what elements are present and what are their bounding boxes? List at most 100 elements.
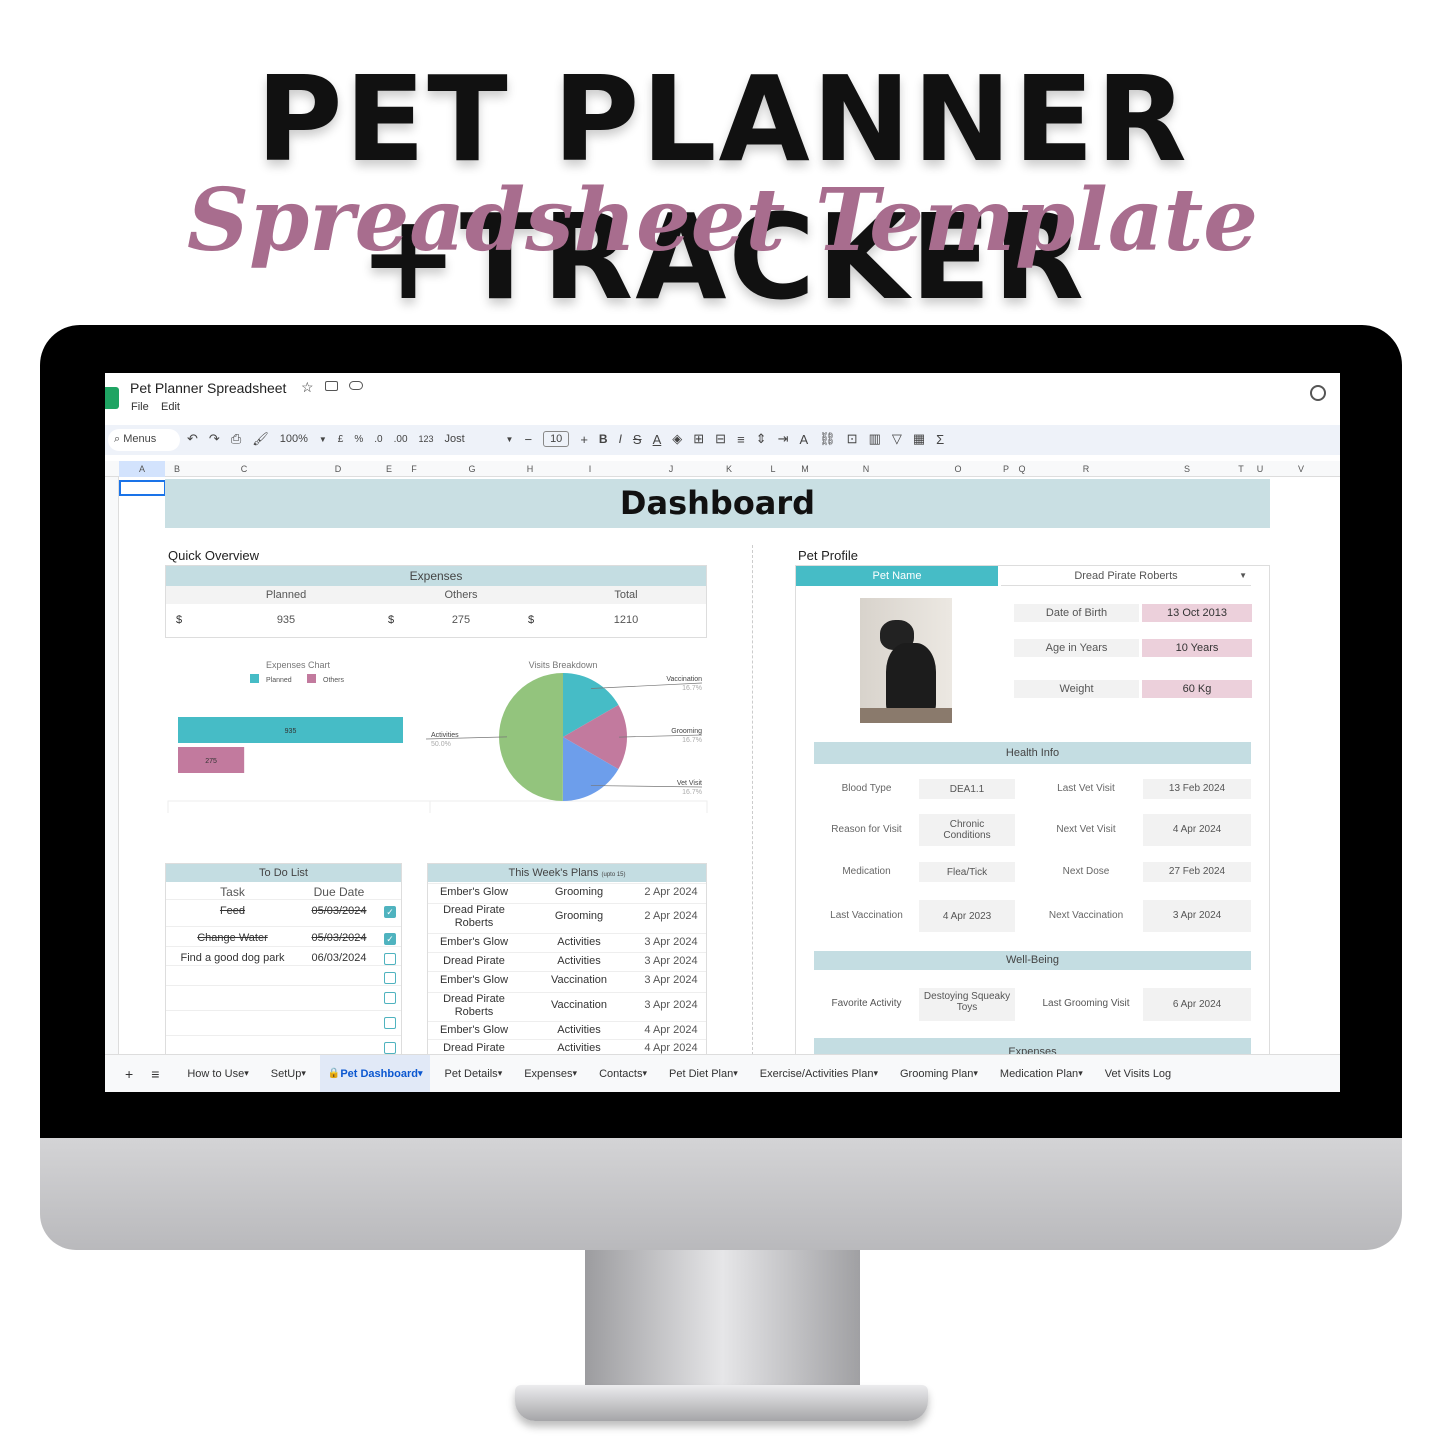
sheet-tab[interactable]: SetUp ▾ (263, 1055, 314, 1092)
sheet-tab[interactable]: Pet Diet Plan ▾ (661, 1055, 746, 1092)
column-header-v[interactable]: V (1298, 464, 1304, 474)
sheet-tab[interactable]: Vet Visits Log (1097, 1055, 1179, 1092)
merge-cells-icon[interactable]: ⊟ (715, 431, 726, 447)
plan-date[interactable]: 3 Apr 2024 (636, 955, 706, 967)
plan-pet[interactable]: Ember's Glow (428, 974, 520, 987)
column-header-k[interactable]: K (726, 464, 732, 474)
fill-color-icon[interactable]: ◈ (672, 431, 682, 447)
chevron-down-icon[interactable]: ▾ (873, 1068, 878, 1079)
plan-date[interactable]: 3 Apr 2024 (636, 974, 706, 986)
health-value[interactable]: Chronic Conditions (919, 814, 1015, 846)
version-history-icon[interactable] (1310, 385, 1326, 401)
wrap-icon[interactable]: ⇥ (778, 431, 789, 447)
todo-checkbox[interactable] (384, 953, 396, 965)
chevron-down-icon[interactable]: ▾ (1078, 1068, 1083, 1079)
cloud-status-icon[interactable] (349, 381, 363, 390)
todo-task[interactable]: Change Water (166, 932, 299, 944)
sheet-tab[interactable]: Expenses ▾ (516, 1055, 585, 1092)
plan-date[interactable]: 2 Apr 2024 (636, 886, 706, 898)
all-sheets-icon[interactable]: ≡ (151, 1066, 159, 1082)
selected-cell-a1[interactable] (119, 480, 166, 496)
column-header-p[interactable]: P (1003, 464, 1009, 474)
plan-activity[interactable]: Activities (520, 955, 638, 967)
plan-pet[interactable]: Dread Pirate (428, 955, 520, 968)
column-header-d[interactable]: D (335, 464, 342, 474)
health-value[interactable]: 3 Apr 2024 (1143, 900, 1251, 932)
plan-pet[interactable]: Ember's Glow (428, 886, 520, 899)
plan-activity[interactable]: Activities (520, 1042, 638, 1054)
plan-activity[interactable]: Vaccination (520, 999, 638, 1011)
more-formats-button[interactable]: 123 (419, 434, 434, 444)
profile-field-value[interactable]: 10 Years (1142, 639, 1252, 657)
health-value[interactable]: 27 Feb 2024 (1143, 862, 1251, 882)
chevron-down-icon[interactable]: ▾ (973, 1068, 978, 1079)
filter-views-icon[interactable]: ▦ (913, 431, 925, 447)
italic-button[interactable]: I (619, 432, 622, 446)
todo-checkbox[interactable] (384, 972, 396, 984)
column-header-q[interactable]: Q (1018, 464, 1025, 474)
text-color-icon[interactable]: A (653, 432, 662, 447)
chevron-down-icon[interactable]: ▾ (301, 1068, 306, 1079)
chevron-down-icon[interactable]: ▾ (733, 1068, 738, 1079)
todo-checkbox[interactable] (384, 1017, 396, 1029)
sheet-tab[interactable]: Pet Details ▾ (436, 1055, 510, 1092)
chevron-down-icon[interactable]: ▾ (498, 1068, 503, 1079)
plan-pet[interactable]: Ember's Glow (428, 936, 520, 949)
column-header-s[interactable]: S (1184, 464, 1190, 474)
plan-activity[interactable]: Grooming (520, 910, 638, 922)
functions-icon[interactable]: Σ (936, 432, 944, 447)
sheet-tab[interactable]: Grooming Plan ▾ (892, 1055, 986, 1092)
todo-task[interactable]: Feed (166, 905, 299, 917)
comment-icon[interactable]: ⊡ (847, 431, 858, 447)
add-sheet-icon[interactable]: + (125, 1066, 133, 1082)
print-icon[interactable]: ⎙ (231, 431, 241, 447)
align-icon[interactable]: ≡ (737, 432, 745, 447)
column-header-l[interactable]: L (770, 464, 775, 474)
doc-title[interactable]: Pet Planner Spreadsheet (130, 380, 286, 396)
charts-area[interactable]: Expenses Chart Planned 935 Others 275 Visits … (165, 651, 710, 813)
plan-pet[interactable]: Ember's Glow (428, 1024, 520, 1037)
zoom-select[interactable]: 100% (280, 433, 308, 445)
increase-decimal-button[interactable]: .00 (394, 434, 408, 445)
undo-icon[interactable]: ↶ (187, 431, 198, 447)
column-header-f[interactable]: F (411, 464, 417, 474)
currency-button[interactable]: £ (338, 434, 344, 445)
todo-checkbox[interactable]: ✓ (384, 933, 396, 945)
borders-icon[interactable]: ⊞ (693, 431, 704, 447)
rotate-icon[interactable]: A (799, 432, 808, 447)
column-header-e[interactable]: E (386, 464, 392, 474)
redo-icon[interactable]: ↷ (209, 431, 220, 447)
column-header-a[interactable]: A (139, 464, 145, 474)
increase-font-icon[interactable]: + (580, 432, 588, 447)
health-value[interactable]: 4 Apr 2023 (919, 900, 1015, 932)
plan-date[interactable]: 2 Apr 2024 (636, 910, 706, 922)
link-icon[interactable]: ⛓ (819, 431, 836, 447)
todo-task[interactable]: Find a good dog park (166, 952, 299, 964)
plan-activity[interactable]: Grooming (520, 886, 638, 898)
column-header-r[interactable]: R (1083, 464, 1090, 474)
chart-icon[interactable]: ▥ (869, 431, 881, 447)
menus-search[interactable]: ⌕ Menus (108, 429, 180, 451)
health-value[interactable]: 4 Apr 2024 (1143, 814, 1251, 846)
health-value[interactable]: DEA1.1 (919, 779, 1015, 799)
plan-date[interactable]: 3 Apr 2024 (636, 999, 706, 1011)
column-header-m[interactable]: M (801, 464, 809, 474)
health-value[interactable]: Flea/Tick (919, 862, 1015, 882)
menu-file[interactable]: File (131, 401, 149, 413)
profile-field-value[interactable]: 13 Oct 2013 (1142, 604, 1252, 622)
strikethrough-icon[interactable]: S (633, 432, 642, 447)
column-header-n[interactable]: N (863, 464, 870, 474)
todo-checkbox[interactable] (384, 1042, 396, 1054)
todo-due-date[interactable]: 05/03/2024 (299, 932, 379, 944)
column-header-j[interactable]: J (669, 464, 674, 474)
star-icon[interactable]: ☆ (301, 379, 314, 396)
percent-button[interactable]: % (354, 434, 363, 445)
pet-name-dropdown[interactable]: Dread Pirate Roberts ▼ (1001, 566, 1251, 586)
profile-field-value[interactable]: 60 Kg (1142, 680, 1252, 698)
todo-due-date[interactable]: 06/03/2024 (299, 952, 379, 964)
font-size-input[interactable]: 10 (543, 431, 570, 447)
column-header-h[interactable]: H (527, 464, 534, 474)
plan-activity[interactable]: Activities (520, 936, 638, 948)
todo-checkbox[interactable]: ✓ (384, 906, 396, 918)
vertical-align-icon[interactable]: ⇕ (756, 431, 767, 447)
